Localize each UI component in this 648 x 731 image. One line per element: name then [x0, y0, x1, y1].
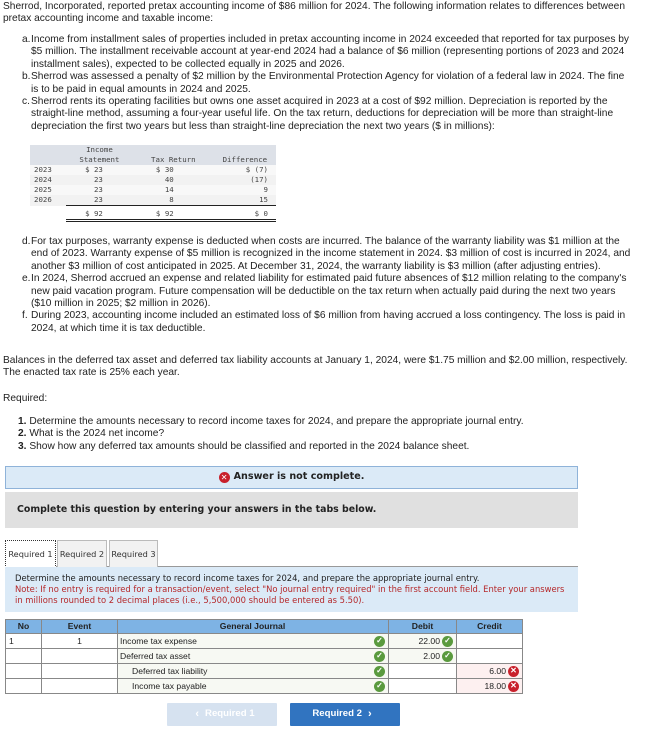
row-no	[5, 678, 42, 694]
answer-status-banner: ✕ Answer is not complete.	[5, 466, 578, 489]
credit-input[interactable]	[456, 633, 523, 649]
correct-check-icon: ✓	[374, 635, 385, 647]
row-event	[41, 678, 118, 694]
row-event	[41, 648, 118, 664]
header-difference: Difference	[213, 145, 276, 165]
dep-row: 2025 23 14 9	[30, 185, 276, 195]
debit-input[interactable]	[388, 678, 457, 694]
problem-items-abc: a. Income from installment sales of prope…	[22, 34, 634, 133]
debit-input[interactable]: 22.00 ✓	[388, 633, 457, 649]
header-credit: Credit	[456, 619, 523, 634]
debit-input[interactable]	[388, 663, 457, 679]
balances-paragraph: Balances in the deferred tax asset and d…	[3, 355, 628, 379]
task-text: Determine the amounts necessary to recor…	[15, 573, 480, 583]
incorrect-x-icon: ✕	[508, 665, 519, 677]
problem-item-d: d. For tax purposes, warranty expense is …	[22, 236, 631, 272]
journal-row: Deferred tax liability ✓ 6.00 ✕	[5, 663, 523, 679]
task-note: Note: If no entry is required for a tran…	[15, 584, 565, 605]
dep-row: 2024 23 40 (17)	[30, 175, 276, 185]
account-select[interactable]: Deferred tax liability ✓	[117, 663, 389, 679]
header-tax-return: Tax Return	[132, 145, 214, 165]
tab-required-1[interactable]: Required 1	[5, 540, 56, 568]
chevron-left-icon: ‹	[195, 708, 200, 721]
problem-intro: Sherrod, Incorporated, reported pretax a…	[3, 1, 625, 25]
dep-row: 2023 $ 23 $ 30 $ (7)	[30, 165, 276, 175]
incorrect-x-icon: ✕	[508, 680, 519, 692]
row-no	[5, 663, 42, 679]
header-event: Event	[41, 619, 118, 634]
problem-item-b: b. Sherrod was assessed a penalty of $2 m…	[22, 71, 625, 95]
header-income-statement: Income Statement	[66, 145, 133, 165]
problem-item-a: a. Income from installment sales of prope…	[22, 34, 630, 70]
correct-check-icon: ✓	[442, 650, 453, 662]
row-no	[5, 648, 42, 664]
journal-row: Deferred tax asset ✓ 2.00 ✓	[5, 648, 523, 664]
account-select[interactable]: Deferred tax asset ✓	[117, 648, 389, 664]
credit-input[interactable]: 6.00 ✕	[456, 663, 523, 679]
credit-input[interactable]	[456, 648, 523, 664]
account-select[interactable]: Income tax expense ✓	[117, 633, 389, 649]
header-debit: Debit	[388, 619, 457, 634]
tab-required-3[interactable]: Required 3	[109, 540, 158, 567]
row-no: 1	[5, 633, 42, 649]
prev-required-button[interactable]: ‹ Required 1	[167, 703, 277, 726]
account-select[interactable]: Income tax payable ✓	[117, 678, 389, 694]
depreciation-table: Income Statement Tax Return Difference 20…	[30, 145, 276, 222]
required-list: 1. Determine the amounts necessary to re…	[18, 416, 524, 453]
tab-required-2[interactable]: Required 2	[57, 540, 107, 567]
next-required-button[interactable]: Required 2 ›	[290, 703, 400, 726]
journal-entry-table: No Event General Journal Debit Credit 1 …	[5, 619, 523, 694]
problem-item-f: f. During 2023, accounting income include…	[22, 310, 626, 334]
credit-input[interactable]: 18.00 ✕	[456, 678, 523, 694]
problem-item-c: c. Sherrod rents its operating facilities…	[22, 96, 614, 132]
journal-row: Income tax payable ✓ 18.00 ✕	[5, 678, 523, 694]
header-general-journal: General Journal	[117, 619, 389, 634]
correct-check-icon: ✓	[374, 650, 385, 662]
required-heading: Required:	[3, 393, 48, 404]
problem-items-def: d. For tax purposes, warranty expense is …	[22, 236, 634, 335]
required-item: 2. What is the 2024 net income?	[18, 428, 165, 440]
task-instructions: Determine the amounts necessary to recor…	[5, 567, 578, 612]
instruction-banner: Complete this question by entering your …	[5, 492, 578, 528]
correct-check-icon: ✓	[374, 665, 385, 677]
chevron-right-icon: ›	[367, 708, 372, 721]
row-event: 1	[41, 633, 118, 649]
required-tabs: Required 1 Required 2 Required 3	[5, 540, 578, 568]
correct-check-icon: ✓	[442, 635, 453, 647]
correct-check-icon: ✓	[374, 680, 385, 692]
error-icon: ✕	[218, 472, 230, 483]
dep-row: 2026 23 8 15	[30, 195, 276, 206]
required-item: 1. Determine the amounts necessary to re…	[18, 416, 524, 427]
dep-total-row: $ 92 $ 92 $ 0	[30, 205, 276, 222]
answer-status-text: Answer is not complete.	[233, 471, 365, 483]
problem-item-e: e. In 2024, Sherrod accrued an expense an…	[22, 273, 627, 310]
debit-input[interactable]: 2.00 ✓	[388, 648, 457, 664]
row-event	[41, 663, 118, 679]
header-no: No	[5, 619, 42, 634]
journal-row: 1 1 Income tax expense ✓ 22.00 ✓	[5, 633, 523, 649]
required-item: 3. Show how any deferred tax amounts sho…	[18, 440, 470, 452]
